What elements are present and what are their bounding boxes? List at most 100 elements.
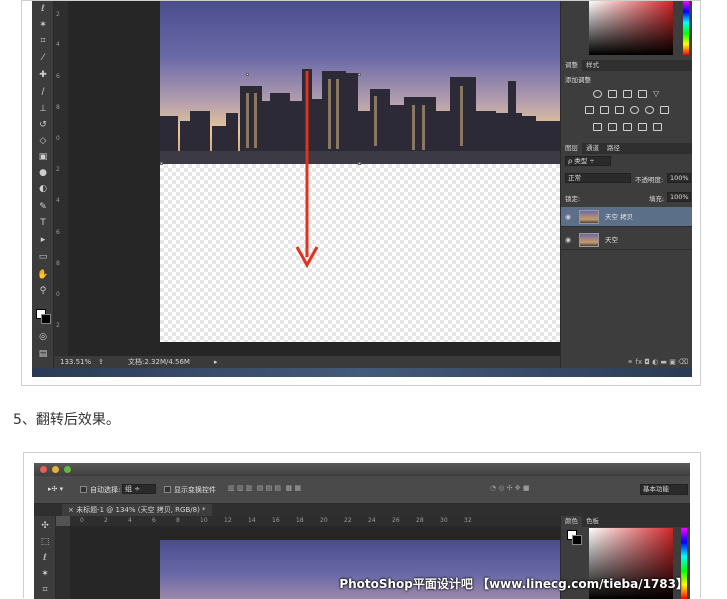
zoom-tool-icon[interactable]: ⚲ — [36, 285, 50, 297]
gradient-tool-icon[interactable]: ▣ — [36, 151, 50, 163]
selective-color-icon[interactable] — [653, 123, 662, 131]
levels-icon[interactable] — [608, 90, 617, 98]
screenshot-frame-1: ℓ ✶ ⌗ ⁄ ✚ ∕ ⊥ ↺ ◇ ▣ ● ◐ ✎ T ▸ ▭ ✋ ⚲ ◎ ▤ … — [21, 0, 701, 386]
document-canvas[interactable] — [160, 1, 560, 342]
visibility-eye-icon[interactable]: ◉ — [565, 207, 571, 227]
opacity-value: 100% — [670, 174, 689, 182]
threshold-icon[interactable] — [623, 123, 632, 131]
brightness-icon[interactable] — [593, 90, 602, 98]
maximize-window-icon[interactable] — [64, 466, 71, 473]
posterize-icon[interactable] — [608, 123, 617, 131]
black-white-icon[interactable] — [615, 106, 624, 114]
channel-mixer-icon[interactable] — [645, 106, 654, 114]
lasso-tool-icon[interactable]: ℓ — [38, 552, 52, 564]
magic-wand-tool-icon[interactable]: ✶ — [38, 568, 52, 580]
tab-channels[interactable]: 通道 — [582, 143, 603, 154]
auto-select-checkbox[interactable] — [80, 486, 87, 493]
background-color-swatch[interactable] — [572, 535, 582, 545]
quick-mask-icon[interactable]: ◎ — [36, 331, 50, 343]
hand-tool-icon[interactable]: ✋ — [36, 269, 50, 281]
history-brush-tool-icon[interactable]: ↺ — [36, 119, 50, 131]
tab-styles[interactable]: 样式 — [582, 60, 603, 71]
tab-adjustments[interactable]: 调整 — [561, 60, 582, 71]
type-tool-icon[interactable]: T — [36, 217, 50, 229]
minimize-window-icon[interactable] — [52, 466, 59, 473]
move-tool-icon[interactable]: ✣ — [38, 520, 52, 532]
eraser-tool-icon[interactable]: ◇ — [36, 135, 50, 147]
exposure-icon[interactable] — [638, 90, 647, 98]
vibrance-icon[interactable]: ▽ — [653, 90, 662, 98]
opacity-input[interactable]: 100% — [667, 173, 691, 183]
layer-name: 天空 拷贝 — [605, 213, 634, 221]
crop-tool-icon[interactable]: ⌗ — [36, 35, 50, 47]
pen-tool-icon[interactable]: ✎ — [36, 201, 50, 213]
ruler-number: 22 — [344, 517, 352, 524]
fill-label: 填充: — [649, 195, 665, 203]
document-size[interactable]: 文档:2.32M/4.56M — [128, 356, 190, 368]
invert-icon[interactable] — [593, 123, 602, 131]
layer-filter-select[interactable]: ρ 类型 ÷ — [565, 156, 611, 166]
crop-tool-icon[interactable]: ⌗ — [38, 584, 52, 596]
move-tool-icon[interactable]: ▸✣ ▾ — [48, 485, 63, 493]
color-picker-field[interactable] — [589, 1, 673, 55]
lasso-tool-icon[interactable]: ℓ — [36, 3, 50, 15]
close-window-icon[interactable] — [40, 466, 47, 473]
ruler-number: 6 — [56, 229, 60, 236]
magic-wand-tool-icon[interactable]: ✶ — [36, 19, 50, 31]
layer-row-sky-copy[interactable]: ◉ 天空 拷贝 — [561, 207, 692, 227]
align-icons[interactable]: ▥ ▥ ▥ ▤ ▤ ▤ ▦ ▦ — [228, 484, 301, 492]
tab-layers[interactable]: 图层 — [561, 143, 582, 154]
ruler-number: 2 — [56, 322, 60, 329]
status-menu-arrow-icon[interactable]: ▸ — [214, 356, 218, 368]
share-icon[interactable]: ⇪ — [98, 356, 104, 368]
photo-filter-icon[interactable] — [630, 106, 639, 114]
dodge-tool-icon[interactable]: ◐ — [36, 183, 50, 195]
ruler-number: 30 — [440, 517, 448, 524]
shape-tool-icon[interactable]: ▭ — [36, 251, 50, 263]
hue-saturation-icon[interactable] — [585, 106, 594, 114]
zoom-level[interactable]: 133.51% — [60, 356, 91, 368]
marquee-tool-icon[interactable]: ⬚ — [38, 536, 52, 548]
ruler-number: 10 — [200, 517, 208, 524]
tab-swatches[interactable]: 色板 — [582, 516, 603, 527]
fill-input[interactable]: 100% — [667, 192, 691, 202]
blend-mode-select[interactable]: 正常 — [565, 173, 631, 183]
tab-color[interactable]: 颜色 — [561, 516, 582, 527]
background-color-swatch[interactable] — [41, 314, 51, 324]
3d-mode-icons[interactable]: ◔ ◎ ✣ ✥ ■ — [490, 484, 529, 492]
blur-tool-icon[interactable]: ● — [36, 167, 50, 179]
right-panel: 调整 样式 添加调整 ▽ 图层 通道 路径 ρ 类型 ÷ 正常 不透明度: 10… — [560, 1, 692, 368]
fill-value: 100% — [670, 193, 689, 201]
ruler-number: 26 — [392, 517, 400, 524]
brush-tool-icon[interactable]: ∕ — [36, 86, 50, 98]
ruler-number: 4 — [56, 41, 60, 48]
ruler-number: 6 — [56, 73, 60, 80]
document-tab[interactable]: × 未标题-1 @ 134% (天空 拷贝, RGB/8) * — [62, 504, 212, 516]
step-caption: 5、翻转后效果。 — [13, 412, 120, 428]
ruler-number: 8 — [56, 104, 60, 111]
show-transform-checkbox[interactable] — [164, 486, 171, 493]
visibility-eye-icon[interactable]: ◉ — [565, 230, 571, 250]
ruler-number: 0 — [56, 291, 60, 298]
hue-slider[interactable] — [683, 1, 689, 55]
tab-paths[interactable]: 路径 — [603, 143, 624, 154]
workspace-value: 基本功能 — [643, 485, 669, 493]
watermark-text: PhotoShop平面设计吧 【www.linecg.com/tieba/178… — [339, 577, 688, 591]
vertical-ruler — [56, 526, 70, 599]
document-tab-title: 未标题-1 @ 134% (天空 拷贝, RGB/8) * — [76, 506, 206, 514]
color-lookup-icon[interactable] — [660, 106, 669, 114]
healing-tool-icon[interactable]: ✚ — [36, 69, 50, 81]
ruler-number: 8 — [56, 260, 60, 267]
workspace-select[interactable]: 基本功能 — [640, 484, 688, 495]
screen-mode-icon[interactable]: ▤ — [36, 348, 50, 360]
stamp-tool-icon[interactable]: ⊥ — [36, 103, 50, 115]
auto-select-dropdown[interactable]: 组 ÷ — [122, 484, 156, 494]
gradient-map-icon[interactable] — [638, 123, 647, 131]
curves-icon[interactable] — [623, 90, 632, 98]
ruler-number: 18 — [296, 517, 304, 524]
layer-row-sky[interactable]: ◉ 天空 — [561, 230, 692, 250]
eyedropper-tool-icon[interactable]: ⁄ — [36, 52, 50, 64]
path-select-tool-icon[interactable]: ▸ — [36, 234, 50, 246]
color-balance-icon[interactable] — [600, 106, 609, 114]
status-bar: 133.51% ⇪ 文档:2.32M/4.56M ▸ — [54, 356, 560, 368]
